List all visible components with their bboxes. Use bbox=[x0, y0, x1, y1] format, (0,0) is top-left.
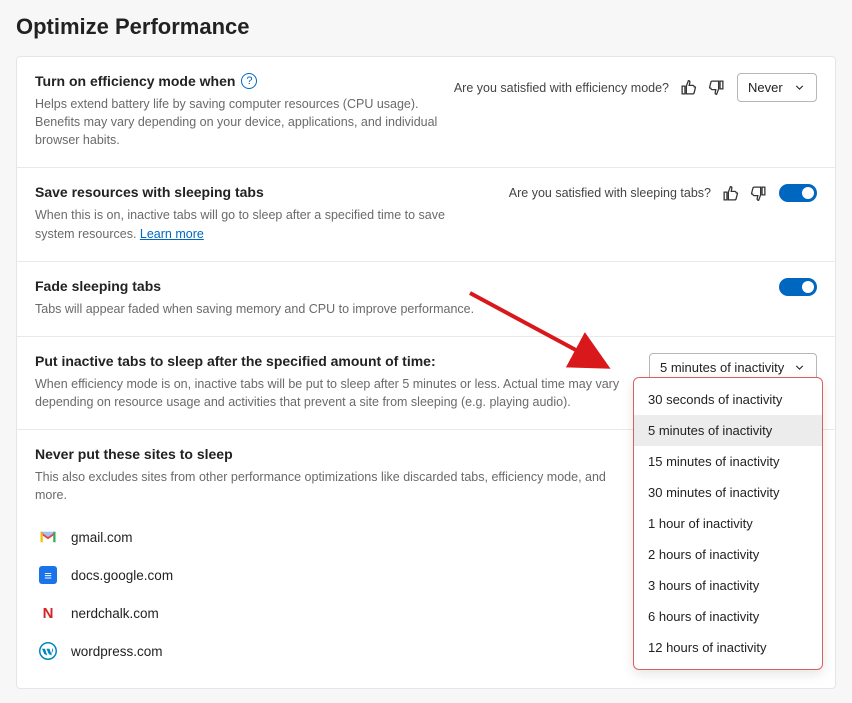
dropdown-option[interactable]: 15 minutes of inactivity bbox=[634, 446, 822, 477]
site-label: gmail.com bbox=[71, 530, 133, 545]
section-inactive-sleep: Put inactive tabs to sleep after the spe… bbox=[17, 337, 835, 430]
fade-desc: Tabs will appear faded when saving memor… bbox=[35, 300, 635, 318]
sleeping-feedback-question: Are you satisfied with sleeping tabs? bbox=[509, 186, 711, 200]
efficiency-desc: Helps extend battery life by saving comp… bbox=[35, 95, 442, 149]
site-label: nerdchalk.com bbox=[71, 606, 159, 621]
dropdown-option[interactable]: 3 hours of inactivity bbox=[634, 570, 822, 601]
efficiency-mode-select[interactable]: Never bbox=[737, 73, 817, 102]
efficiency-feedback-question: Are you satisfied with efficiency mode? bbox=[454, 81, 669, 95]
dropdown-option[interactable]: 1 hour of inactivity bbox=[634, 508, 822, 539]
inactive-title: Put inactive tabs to sleep after the spe… bbox=[35, 353, 637, 369]
learn-more-link[interactable]: Learn more bbox=[140, 227, 204, 241]
site-label: docs.google.com bbox=[71, 568, 173, 583]
never-sleep-desc: This also excludes sites from other perf… bbox=[35, 468, 635, 504]
site-label: wordpress.com bbox=[71, 644, 163, 659]
section-fade-tabs: Fade sleeping tabs Tabs will appear fade… bbox=[17, 262, 835, 337]
dropdown-option[interactable]: 30 seconds of inactivity bbox=[634, 384, 822, 415]
inactive-timeout-dropdown[interactable]: 30 seconds of inactivity5 minutes of ina… bbox=[633, 377, 823, 670]
dropdown-option[interactable]: 12 hours of inactivity bbox=[634, 632, 822, 663]
section-efficiency: Turn on efficiency mode when ? Helps ext… bbox=[17, 57, 835, 168]
nerdchalk-icon: N bbox=[39, 604, 57, 622]
inactive-desc: When efficiency mode is on, inactive tab… bbox=[35, 375, 635, 411]
chevron-down-icon bbox=[792, 360, 806, 374]
efficiency-select-value: Never bbox=[748, 80, 783, 95]
gmail-icon bbox=[39, 528, 57, 546]
dropdown-option[interactable]: 2 hours of inactivity bbox=[634, 539, 822, 570]
fade-title: Fade sleeping tabs bbox=[35, 278, 767, 294]
dropdown-option[interactable]: 5 minutes of inactivity bbox=[634, 415, 822, 446]
page-title: Optimize Performance bbox=[16, 14, 836, 40]
docs-icon: ≡ bbox=[39, 566, 57, 584]
sleeping-tabs-toggle[interactable] bbox=[779, 184, 817, 202]
thumbs-up-icon[interactable] bbox=[721, 184, 739, 202]
thumbs-up-icon[interactable] bbox=[679, 79, 697, 97]
dropdown-option[interactable]: 30 minutes of inactivity bbox=[634, 477, 822, 508]
sleeping-title: Save resources with sleeping tabs bbox=[35, 184, 497, 200]
wordpress-icon bbox=[39, 642, 57, 660]
fade-tabs-toggle[interactable] bbox=[779, 278, 817, 296]
thumbs-down-icon[interactable] bbox=[749, 184, 767, 202]
info-icon[interactable]: ? bbox=[241, 73, 257, 89]
efficiency-title: Turn on efficiency mode when bbox=[35, 73, 235, 89]
settings-card: Turn on efficiency mode when ? Helps ext… bbox=[16, 56, 836, 689]
inactive-select-value: 5 minutes of inactivity bbox=[660, 360, 784, 375]
section-sleeping-tabs: Save resources with sleeping tabs When t… bbox=[17, 168, 835, 261]
sleeping-desc: When this is on, inactive tabs will go t… bbox=[35, 208, 445, 240]
dropdown-option[interactable]: 6 hours of inactivity bbox=[634, 601, 822, 632]
chevron-down-icon bbox=[792, 81, 806, 95]
thumbs-down-icon[interactable] bbox=[707, 79, 725, 97]
